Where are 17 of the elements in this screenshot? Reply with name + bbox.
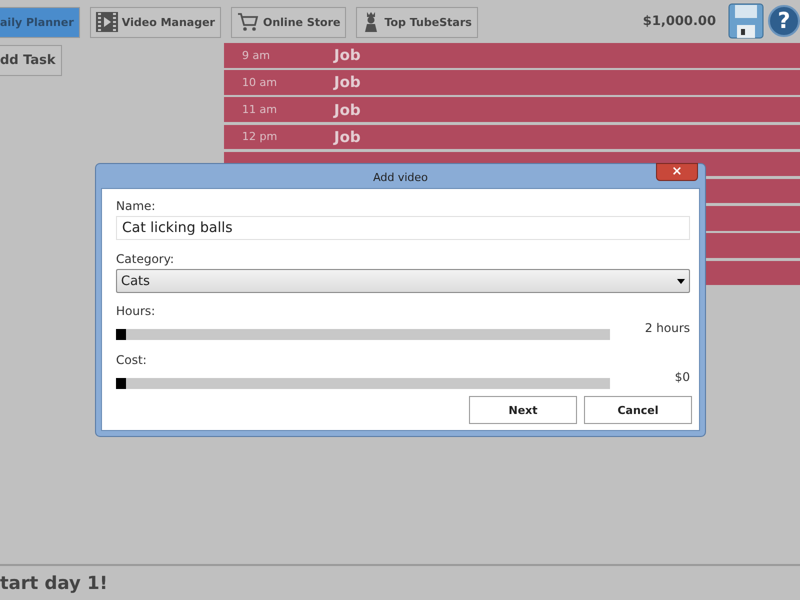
slot-time: 9 am [241,48,271,62]
slider-reading: $0 [674,370,690,384]
balance-amount: $1,000.00 [642,14,716,28]
field-label: Cost: [116,353,147,367]
status-text: tart day 1! [0,572,108,594]
slot-task: Job [334,128,361,146]
slot-task: Job [334,100,361,119]
slot-task: Job [334,73,361,92]
slot-task: Job [334,46,361,64]
field-label: Hours: [116,304,156,318]
slot-time: 11 am [241,103,278,116]
slider-reading: 2 hours [644,321,690,335]
field-label: Category: [116,252,174,266]
field-label: Name: [116,199,156,213]
slot-time: 12 pm [241,130,278,144]
slot-time: 10 am [241,76,278,89]
dialog-title: Add video [373,171,428,184]
